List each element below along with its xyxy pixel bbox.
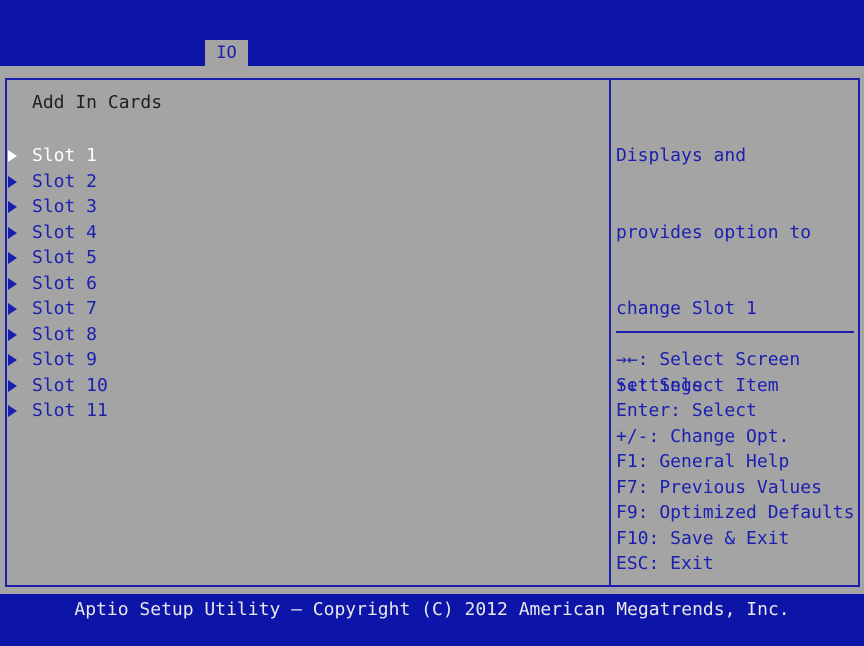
submenu-arrow-icon (8, 379, 17, 392)
slot-list: Slot 1 Slot 2 Slot 3 Slot 4 Slot 5 Slot … (8, 143, 108, 424)
slot-label: Slot 10 (32, 374, 108, 396)
key-hint-f10: F10: Save & Exit (616, 527, 790, 549)
slot-item-7[interactable]: Slot 7 (8, 296, 108, 322)
slot-item-8[interactable]: Slot 8 (8, 322, 108, 348)
slot-item-2[interactable]: Slot 2 (8, 169, 108, 195)
slot-label: Slot 4 (32, 221, 98, 243)
submenu-arrow-icon (8, 354, 17, 366)
submenu-arrow-icon (8, 226, 17, 239)
slot-label: Slot 2 (32, 170, 98, 192)
slot-label: Slot 6 (32, 272, 98, 294)
key-legend: →←: Select Screen ↑↓: Select Item Enter:… (616, 347, 854, 577)
slot-label: Slot 11 (32, 400, 108, 421)
main-panel: Add In Cards Slot 1 Slot 2 Slot 3 Slot 4… (0, 66, 864, 594)
section-title: Add In Cards (32, 92, 163, 113)
vertical-divider (609, 78, 611, 587)
slot-label: Slot 8 (32, 323, 98, 345)
key-hint-select-screen: →←: Select Screen (616, 349, 801, 370)
key-hint-enter: Enter: Select (616, 400, 757, 421)
slot-item-9[interactable]: Slot 9 (8, 347, 108, 373)
submenu-arrow-icon (8, 150, 17, 162)
submenu-arrow-icon (8, 175, 17, 188)
submenu-arrow-icon (8, 201, 17, 213)
top-menu-bar: IO (0, 0, 864, 66)
key-hint-f7: F7: Previous Values (616, 476, 822, 498)
help-line: provides option to (616, 221, 812, 243)
copyright-text: Aptio Setup Utility – Copyright (C) 2012… (74, 599, 790, 620)
footer-bar: Aptio Setup Utility – Copyright (C) 2012… (0, 594, 864, 646)
slot-label: Slot 7 (32, 298, 98, 319)
help-line: change Slot 1 (616, 298, 757, 319)
slot-label: Slot 1 (32, 145, 98, 166)
help-line: Displays and (616, 145, 747, 166)
slot-item-5[interactable]: Slot 5 (8, 245, 108, 271)
slot-item-11[interactable]: Slot 11 (8, 398, 108, 424)
key-hint-f1: F1: General Help (616, 451, 790, 472)
key-hint-select-item: ↑↓: Select Item (616, 374, 779, 396)
slot-item-4[interactable]: Slot 4 (8, 220, 108, 246)
slot-item-10[interactable]: Slot 10 (8, 373, 108, 399)
slot-label: Slot 5 (32, 247, 98, 268)
slot-item-1[interactable]: Slot 1 (8, 143, 108, 169)
key-hint-change-opt: +/-: Change Opt. (616, 425, 790, 447)
submenu-arrow-icon (8, 328, 17, 341)
key-hint-esc: ESC: Exit (616, 553, 714, 574)
slot-label: Slot 9 (32, 349, 98, 370)
submenu-arrow-icon (8, 252, 17, 264)
submenu-arrow-icon (8, 303, 17, 315)
slot-label: Slot 3 (32, 196, 98, 217)
key-hint-f9: F9: Optimized Defaults (616, 502, 855, 523)
submenu-arrow-icon (8, 405, 17, 417)
slot-item-3[interactable]: Slot 3 (8, 194, 108, 220)
slot-item-6[interactable]: Slot 6 (8, 271, 108, 297)
submenu-arrow-icon (8, 277, 17, 290)
tab-io[interactable]: IO (205, 40, 248, 66)
